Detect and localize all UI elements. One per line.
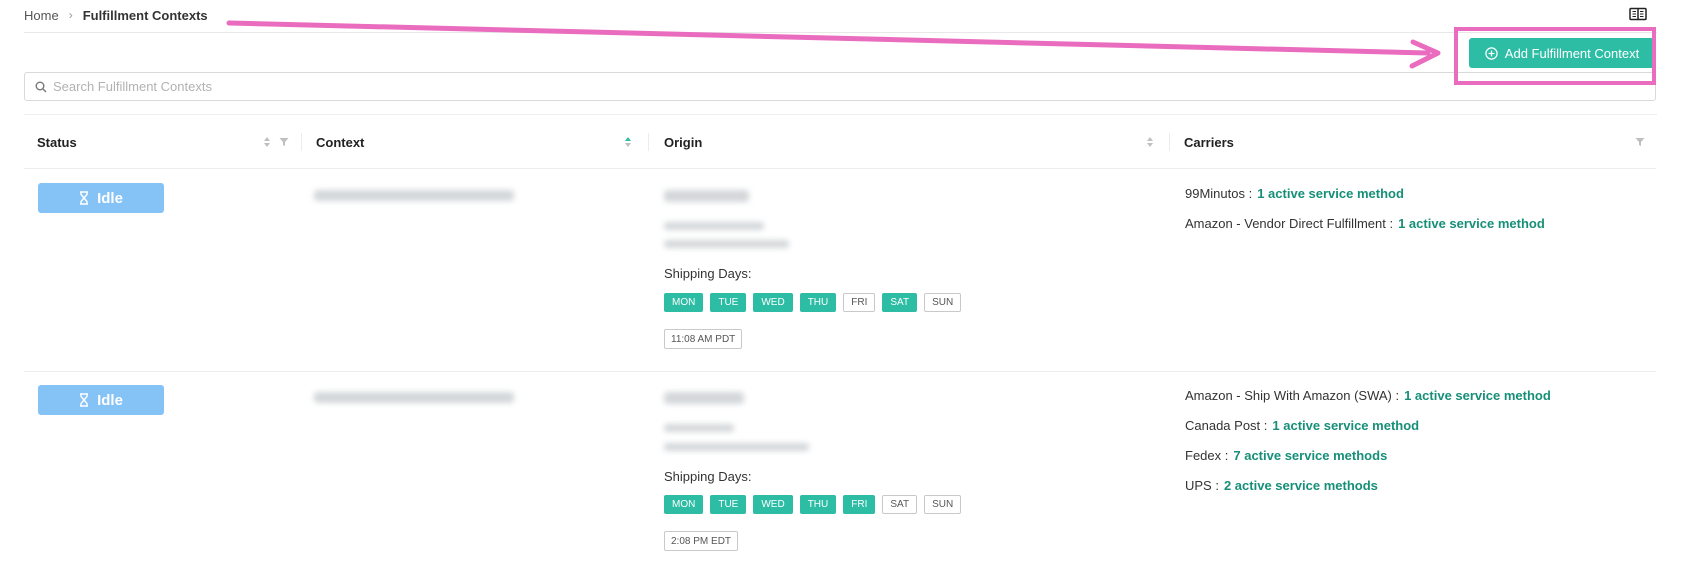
- breadcrumb-home-link[interactable]: Home: [24, 8, 59, 23]
- origin-name-redacted: [664, 190, 749, 202]
- origin-address-redacted: [664, 443, 809, 451]
- context-name-redacted: [314, 190, 514, 201]
- day-chip-fri: FRI: [843, 495, 876, 514]
- status-badge[interactable]: Idle: [38, 385, 164, 415]
- carrier-name: 99Minutos: [1185, 186, 1245, 201]
- context-sort-icon[interactable]: [624, 136, 632, 148]
- hourglass-icon: [80, 191, 89, 205]
- shipping-days-label: Shipping Days:: [664, 266, 752, 281]
- carrier-item: 99Minutos :1 active service method: [1185, 186, 1404, 201]
- day-chip-sat: SAT: [882, 293, 918, 312]
- day-chip-wed: WED: [753, 495, 793, 514]
- shipping-days-list: MON TUE WED THU FRI SAT SUN: [664, 495, 962, 514]
- cutoff-time-chip: 2:08 PM EDT: [664, 531, 739, 551]
- origin-sort-icon[interactable]: [1146, 136, 1154, 148]
- carrier-item: Amazon - Ship With Amazon (SWA) :1 activ…: [1185, 388, 1551, 403]
- shipping-days-label: Shipping Days:: [664, 469, 752, 484]
- day-chip-thu: THU: [799, 293, 837, 312]
- status-label: Idle: [97, 391, 123, 409]
- day-chip-wed: WED: [753, 293, 793, 312]
- carrier-item: UPS :2 active service methods: [1185, 478, 1378, 493]
- carrier-name: UPS: [1185, 478, 1212, 493]
- carrier-name: Amazon - Ship With Amazon (SWA): [1185, 388, 1392, 403]
- carrier-item: Amazon - Vendor Direct Fulfillment :1 ac…: [1185, 216, 1545, 231]
- column-divider: [1169, 133, 1170, 151]
- day-chip-sun: SUN: [924, 293, 962, 312]
- search-bar[interactable]: [24, 72, 1656, 101]
- table-header: Status Context Origin Carriers: [24, 115, 1656, 169]
- annotation-highlight-box: [1454, 27, 1656, 85]
- day-chip-tue: TUE: [710, 495, 747, 514]
- breadcrumb: Home › Fulfillment Contexts: [24, 6, 208, 24]
- column-header-context[interactable]: Context: [316, 115, 364, 169]
- breadcrumb-current: Fulfillment Contexts: [82, 7, 208, 23]
- search-input[interactable]: [53, 79, 1655, 94]
- day-chip-sat: SAT: [882, 495, 918, 514]
- breadcrumb-separator: ›: [68, 8, 73, 22]
- active-service-method-link[interactable]: 1 active service method: [1398, 216, 1545, 231]
- active-service-method-link[interactable]: 1 active service method: [1257, 186, 1404, 201]
- column-divider: [648, 133, 649, 151]
- origin-address-redacted: [664, 240, 789, 248]
- origin-name-redacted: [664, 392, 744, 404]
- search-icon: [35, 81, 47, 92]
- status-filter-icon[interactable]: [279, 137, 289, 147]
- day-chip-fri: FRI: [843, 293, 876, 312]
- day-chip-thu: THU: [799, 495, 837, 514]
- shipping-days-list: MON TUE WED THU FRI SAT SUN: [664, 293, 962, 312]
- carrier-name: Amazon - Vendor Direct Fulfillment: [1185, 216, 1386, 231]
- carrier-name: Canada Post: [1185, 418, 1261, 433]
- active-service-method-link[interactable]: 1 active service method: [1272, 418, 1419, 433]
- hourglass-icon: [80, 393, 89, 407]
- active-service-method-link[interactable]: 1 active service method: [1404, 388, 1551, 403]
- context-name-redacted: [314, 392, 514, 403]
- origin-address-redacted: [664, 424, 734, 432]
- day-chip-mon: MON: [664, 293, 704, 312]
- status-sort-icon[interactable]: [263, 136, 271, 148]
- carriers-filter-icon[interactable]: [1635, 137, 1645, 147]
- column-header-origin[interactable]: Origin: [664, 115, 702, 169]
- cutoff-time-chip: 11:08 AM PDT: [664, 329, 743, 349]
- carrier-item: Fedex :7 active service methods: [1185, 448, 1388, 463]
- book-open-icon[interactable]: [1629, 7, 1647, 21]
- day-chip-sun: SUN: [924, 495, 962, 514]
- header-divider: [24, 32, 1657, 33]
- status-label: Idle: [97, 189, 123, 207]
- origin-address-redacted: [664, 222, 764, 230]
- day-chip-tue: TUE: [710, 293, 747, 312]
- status-badge[interactable]: Idle: [38, 183, 164, 213]
- row-divider: [24, 371, 1656, 372]
- active-service-method-link[interactable]: 2 active service methods: [1224, 478, 1378, 493]
- column-header-carriers[interactable]: Carriers: [1184, 115, 1234, 169]
- active-service-method-link[interactable]: 7 active service methods: [1233, 448, 1387, 463]
- carrier-name: Fedex: [1185, 448, 1222, 463]
- day-chip-mon: MON: [664, 495, 704, 514]
- column-header-status[interactable]: Status: [37, 115, 77, 169]
- column-divider: [301, 133, 302, 151]
- carrier-item: Canada Post :1 active service method: [1185, 418, 1420, 433]
